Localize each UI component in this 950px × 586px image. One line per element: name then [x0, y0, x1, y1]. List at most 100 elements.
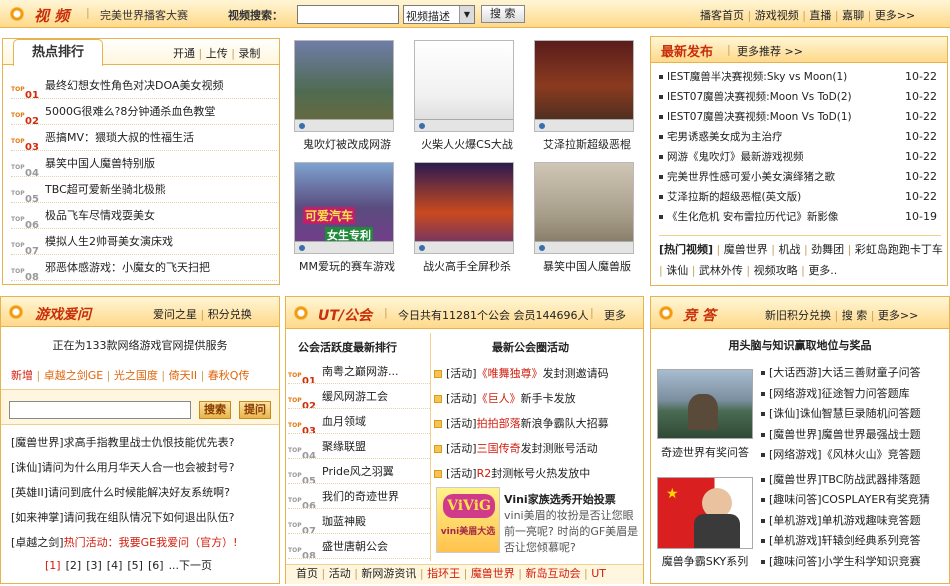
hot-item[interactable]: TOP 01 最终幻想女性角色对决DOA美女视频	[11, 73, 277, 99]
guild-rank-item[interactable]: TOP 01 南粤之巅网游...	[288, 359, 430, 384]
ask-search-button[interactable]: 搜索	[199, 401, 231, 419]
quiz-tag[interactable]: [网络游戏]	[769, 387, 822, 400]
vini-feature-image[interactable]: ViViG vini美眉大选	[436, 487, 500, 553]
hot-video-tag[interactable]: 武林外传	[699, 264, 743, 277]
guild-footer-link[interactable]: 新网游资讯	[361, 567, 416, 580]
latest-item[interactable]: 网游《鬼吹灯》最新游戏视频 10-22	[659, 147, 943, 167]
hot-video-tag[interactable]: 跑跑卡丁车	[888, 243, 943, 256]
hot-item-link[interactable]: TBC超可爱新坐骑北极熊	[45, 183, 166, 196]
page-link[interactable]: [3]	[86, 559, 102, 572]
quiz-tag[interactable]: [魔兽世界]	[769, 428, 822, 441]
quiz-image-2-caption[interactable]: 魔兽争霸SKY系列	[655, 553, 755, 569]
hot-item-link[interactable]: 极品飞车尽情戏耍美女	[45, 209, 155, 222]
latest-item[interactable]: 宅男诱惑美女成为主治疗 10-22	[659, 127, 943, 147]
latest-item[interactable]: 艾泽拉斯的超级恶棍(英文版) 10-22	[659, 187, 943, 207]
guild-rank-item[interactable]: TOP 02 缓风网游工会	[288, 384, 430, 409]
video-caption[interactable]: MM爱玩的赛车游戏	[292, 258, 402, 274]
tagline-link[interactable]: 完美世界播客大赛	[100, 7, 188, 23]
guild-rank-item[interactable]: TOP 07 珈蓝神殿	[288, 509, 430, 534]
ask-search-input[interactable]	[9, 401, 191, 419]
question-tag[interactable]: [英雄II]	[11, 486, 48, 499]
video-thumbnail[interactable]	[294, 40, 394, 132]
hot-video-tag[interactable]: 彩虹岛	[855, 243, 888, 256]
quiz-image-2[interactable]: ★	[657, 477, 753, 549]
question-item[interactable]: [如来神掌]请问我在组队情况下如何退出队伍?	[11, 505, 277, 530]
question-item[interactable]: [卓越之剑]热门活动：我要GE我爱问（官方）!	[11, 530, 277, 555]
guild-activity-item[interactable]: [活动]拍拍部落新浪争霸队大招募	[434, 411, 642, 436]
guild-activity-item[interactable]: [活动]R2封测帐号火热发放中	[434, 461, 642, 486]
hot-video-tag[interactable]: 魔兽世界	[724, 243, 768, 256]
guild-name-link[interactable]: 缓风网游工会	[322, 390, 388, 403]
hot-item[interactable]: TOP 02 5000G很难么?8分钟通杀血色教堂	[11, 99, 277, 125]
video-caption[interactable]: 火柴人火爆CS大战	[412, 136, 522, 152]
question-tag[interactable]: [诛仙]	[11, 461, 42, 474]
hot-item-link[interactable]: 邪恶体感游戏：小魔女的飞天扫把	[45, 261, 210, 274]
page-link[interactable]: [1]	[45, 559, 61, 572]
guild-name-link[interactable]: Pride风之羽翼	[322, 465, 394, 478]
guild-rank-item[interactable]: TOP 08 盛世唐朝公会	[288, 534, 430, 559]
video-card[interactable]: 鬼吹灯被改成网游	[292, 40, 402, 152]
vini-feature-title[interactable]: Vini家族选秀开始投票	[504, 491, 616, 507]
hot-video-tag[interactable]: 更多..	[808, 264, 837, 277]
guild-footer-link[interactable]: 新岛互动会	[526, 567, 581, 580]
link-quiz-more[interactable]: 更多>>	[878, 309, 918, 322]
quiz-item[interactable]: [诛仙]诛仙智慧巨录随机问答题	[761, 404, 949, 425]
quiz-link[interactable]: 小学生科学知识竞赛	[822, 555, 921, 568]
question-link[interactable]: 请问我在组队情况下如何退出队伍?	[64, 511, 235, 524]
hot-item[interactable]: TOP 08 邪恶体感游戏：小魔女的飞天扫把	[11, 255, 277, 281]
quiz-item[interactable]: [魔兽世界]魔兽世界最强战士题	[761, 425, 949, 446]
page-link[interactable]: [5]	[127, 559, 143, 572]
video-search-input[interactable]	[297, 5, 399, 24]
question-tag[interactable]: [魔兽世界]	[11, 436, 64, 449]
quiz-link[interactable]: 魔兽世界最强战士题	[822, 428, 921, 441]
question-link[interactable]: 热门活动：我要GE我爱问（官方）!	[64, 536, 238, 549]
quiz-link[interactable]: COSPLAYER有奖竞猜	[822, 493, 930, 506]
guild-name-link[interactable]: 我们的奇迹世界	[322, 490, 399, 503]
link-record[interactable]: 录制	[238, 47, 260, 60]
link-upload[interactable]: 上传	[206, 47, 228, 60]
quiz-tag[interactable]: [单机游戏]	[769, 534, 822, 547]
activity-text[interactable]: 封测帐号火热发放中	[491, 467, 590, 480]
link-points[interactable]: 积分兑换	[208, 308, 252, 321]
video-player-bar[interactable]	[535, 119, 633, 131]
activity-highlight[interactable]: 《巨人》	[477, 392, 521, 405]
guild-activity-item[interactable]: [活动]《唯舞独尊》发封测邀请码	[434, 361, 642, 386]
nav-game-video[interactable]: 游戏视频	[755, 9, 799, 22]
hot-item[interactable]: TOP 07 模拟人生2帅哥美女演床戏	[11, 229, 277, 255]
latest-more-link[interactable]: 更多推荐 >>	[737, 43, 803, 59]
latest-item[interactable]: IEST魔兽半决赛视频:Sky vs Moon(1) 10-22	[659, 67, 943, 87]
video-player-bar[interactable]	[415, 119, 513, 131]
latest-item-link[interactable]: 网游《鬼吹灯》最新游戏视频	[667, 151, 804, 163]
quiz-link[interactable]: 征途智力问答题库	[822, 387, 910, 400]
latest-item[interactable]: 《生化危机 安布雷拉历代记》新影像 10-19	[659, 207, 943, 227]
activity-text[interactable]: 发封测账号活动	[521, 442, 598, 455]
video-thumbnail[interactable]	[534, 40, 634, 132]
quiz-item[interactable]: [趣味问答]COSPLAYER有奖竞猜	[761, 490, 949, 511]
quiz-tag[interactable]: [网络游戏]	[769, 448, 822, 461]
quiz-item[interactable]: [网络游戏]《风林火山》竞答题	[761, 445, 949, 466]
link-ask-star[interactable]: 爱问之星	[153, 308, 197, 321]
quiz-item[interactable]: [单机游戏]轩辕剑经典系列竞答	[761, 531, 949, 552]
hot-item-link[interactable]: 模拟人生2帅哥美女演床戏	[45, 235, 173, 248]
game-yitian[interactable]: 倚天II	[169, 369, 198, 382]
quiz-tag[interactable]: [大话西游]	[769, 366, 822, 379]
video-card[interactable]: 暴笑中国人魔兽版	[532, 162, 642, 274]
video-card[interactable]: 火柴人火爆CS大战	[412, 40, 522, 152]
quiz-tag[interactable]: [单机游戏]	[769, 514, 822, 527]
hot-item-link[interactable]: 暴笑中国人魔兽特别版	[45, 157, 155, 170]
activity-text[interactable]: 新手卡发放	[521, 392, 576, 405]
hot-item-link[interactable]: 5000G很难么?8分钟通杀血色教堂	[45, 105, 215, 118]
guild-activity-item[interactable]: [活动]《巨人》新手卡发放	[434, 386, 642, 411]
hot-video-tag[interactable]: 机战	[778, 243, 800, 256]
search-type-select[interactable]: 视频描述 ▼	[403, 5, 475, 24]
nav-home[interactable]: 播客首页	[700, 9, 744, 22]
video-caption[interactable]: 战火高手全屏秒杀	[412, 258, 522, 274]
question-link[interactable]: 请问为什么用月华天人合一也会被封号?	[42, 461, 235, 474]
quiz-tag[interactable]: [魔兽世界]	[769, 473, 822, 486]
guild-name-link[interactable]: 聚缘联盟	[322, 440, 366, 453]
guild-footer-link[interactable]: 指环王	[427, 567, 460, 580]
guild-rank-item[interactable]: TOP 04 聚缘联盟	[288, 434, 430, 459]
question-item[interactable]: [诛仙]请问为什么用月华天人合一也会被封号?	[11, 455, 277, 480]
guild-activity-item[interactable]: [活动]三国传奇发封测账号活动	[434, 436, 642, 461]
video-player-bar[interactable]	[535, 241, 633, 253]
